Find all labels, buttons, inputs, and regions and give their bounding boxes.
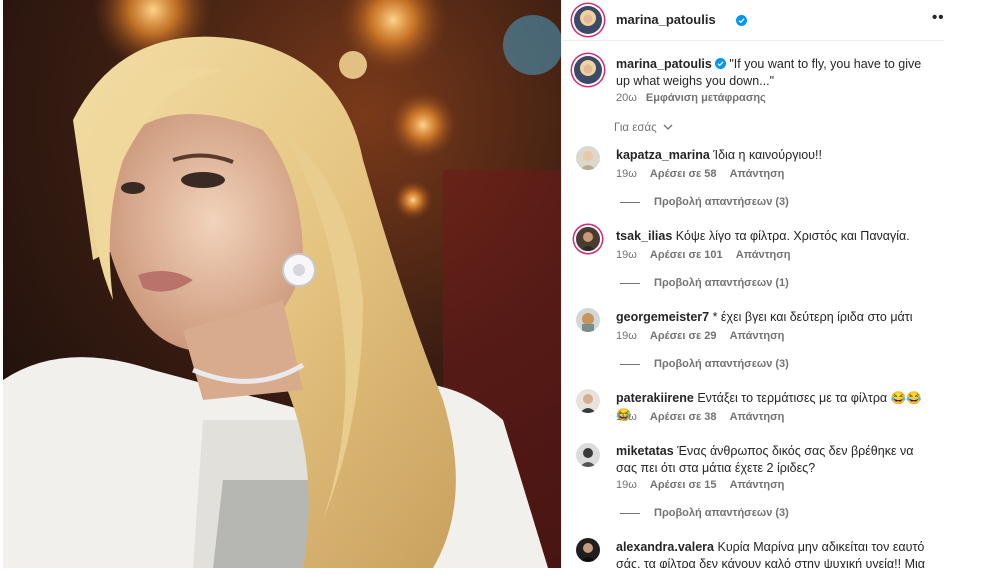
reply-button[interactable]: Απάντηση: [730, 411, 785, 423]
comment-username[interactable]: tsak_ilias: [616, 229, 672, 243]
comment-age: 19ω: [616, 249, 637, 261]
view-replies-button[interactable]: Προβολή απαντήσεων (3): [620, 196, 789, 208]
caption-avatar[interactable]: [574, 56, 602, 84]
comment-meta: 19ω Αρέσει σε 58 Απάντηση: [616, 168, 784, 180]
comment-text: * έχει βγει και δεύτερη ίριδα στο μάτι: [712, 310, 913, 324]
caption-meta: 20ω Εμφάνιση μετάφρασης: [616, 92, 766, 104]
comments-panel: marina_patoulis •• marina_patoulis "If y…: [561, 0, 944, 568]
view-replies-label: Προβολή απαντήσεων (3): [654, 358, 789, 370]
comment-avatar-image: [576, 308, 600, 332]
comment-username[interactable]: georgemeister7: [616, 310, 709, 324]
comment-avatar-image: [576, 227, 600, 251]
author-avatar-image: [574, 6, 602, 34]
verified-badge-icon: [733, 12, 747, 30]
caption-age: 20ω: [616, 92, 637, 104]
caption-verified-icon: [714, 58, 726, 69]
comment-text: Ίδια η καινούργιου!!: [713, 148, 822, 162]
reply-button[interactable]: Απάντηση: [730, 168, 785, 180]
view-replies-button[interactable]: Προβολή απαντήσεων (3): [620, 358, 789, 370]
comment-meta: 19ω Αρέσει σε 101 Απάντηση: [616, 249, 791, 261]
comment-avatar-image: [576, 443, 600, 467]
comment-likes[interactable]: Αρέσει σε 15: [650, 479, 717, 491]
view-replies-label: Προβολή απαντήσεων (1): [654, 277, 789, 289]
more-options-icon[interactable]: ••: [932, 9, 945, 26]
author-avatar[interactable]: [574, 6, 602, 34]
comment-likes[interactable]: Αρέσει σε 29: [650, 330, 717, 342]
comment-body: kapatza_marina Ίδια η καινούργιου!!: [616, 147, 936, 164]
comment-age: 19ω: [616, 168, 637, 180]
comment-avatar[interactable]: [576, 538, 600, 562]
comment-avatar[interactable]: [576, 389, 600, 413]
author-username[interactable]: marina_patoulis: [616, 12, 716, 27]
reply-button[interactable]: Απάντηση: [730, 330, 785, 342]
comment-likes[interactable]: Αρέσει σε 38: [650, 411, 717, 423]
comment-avatar-image: [576, 538, 600, 562]
view-replies-label: Προβολή απαντήσεων (3): [654, 196, 789, 208]
comment-meta: 19ω Αρέσει σε 29 Απάντηση: [616, 330, 784, 342]
comment-username[interactable]: paterakiirene: [616, 391, 694, 405]
comment-username[interactable]: miketatas: [616, 444, 674, 458]
comment-meta: 19ω Αρέσει σε 38 Απάντηση: [616, 411, 784, 423]
comment-likes[interactable]: Αρέσει σε 101: [650, 249, 723, 261]
replies-divider: [620, 363, 640, 365]
comment-body: alexandra.valera Κυρία Μαρίνα μην αδικεί…: [616, 539, 936, 568]
caption-avatar-image: [574, 56, 602, 84]
comment-body: tsak_ilias Κόψε λίγο τα φίλτρα. Χριστός …: [616, 228, 936, 245]
comment-avatar[interactable]: [576, 146, 600, 170]
chevron-down-icon: [663, 124, 673, 130]
comment-age: 19ω: [616, 411, 637, 423]
post-header: marina_patoulis ••: [562, 0, 944, 41]
comment-age: 19ω: [616, 330, 637, 342]
caption: marina_patoulis "If you want to fly, you…: [616, 56, 936, 90]
comment-avatar-image: [576, 389, 600, 413]
view-replies-button[interactable]: Προβολή απαντήσεων (3): [620, 507, 789, 519]
comment-age: 19ω: [616, 479, 637, 491]
comment-avatar-image: [576, 146, 600, 170]
comment-body: miketatas Ένας άνθρωπος δικός σας δεν βρ…: [616, 443, 936, 477]
post-photo-image: [3, 0, 561, 568]
post-photo: [3, 0, 561, 568]
comment-avatar[interactable]: [576, 227, 600, 251]
sort-label: Για εσάς: [614, 122, 657, 134]
comment-meta: 19ω Αρέσει σε 15 Απάντηση: [616, 479, 784, 491]
replies-divider: [620, 201, 640, 203]
sort-dropdown[interactable]: Για εσάς: [614, 122, 673, 134]
replies-divider: [620, 282, 640, 284]
caption-username[interactable]: marina_patoulis: [616, 57, 712, 71]
see-translation-link[interactable]: Εμφάνιση μετάφρασης: [646, 92, 766, 104]
comment-username[interactable]: kapatza_marina: [616, 148, 710, 162]
comment-body: georgemeister7 * έχει βγει και δεύτερη ί…: [616, 309, 936, 326]
comment-likes[interactable]: Αρέσει σε 58: [650, 168, 717, 180]
comment-avatar[interactable]: [576, 443, 600, 467]
reply-button[interactable]: Απάντηση: [730, 479, 785, 491]
comment-avatar[interactable]: [576, 308, 600, 332]
view-replies-label: Προβολή απαντήσεων (3): [654, 507, 789, 519]
replies-divider: [620, 512, 640, 514]
comment-username[interactable]: alexandra.valera: [616, 540, 714, 554]
comment-text: Κόψε λίγο τα φίλτρα. Χριστός και Παναγία…: [675, 229, 910, 243]
view-replies-button[interactable]: Προβολή απαντήσεων (1): [620, 277, 789, 289]
reply-button[interactable]: Απάντηση: [736, 249, 791, 261]
